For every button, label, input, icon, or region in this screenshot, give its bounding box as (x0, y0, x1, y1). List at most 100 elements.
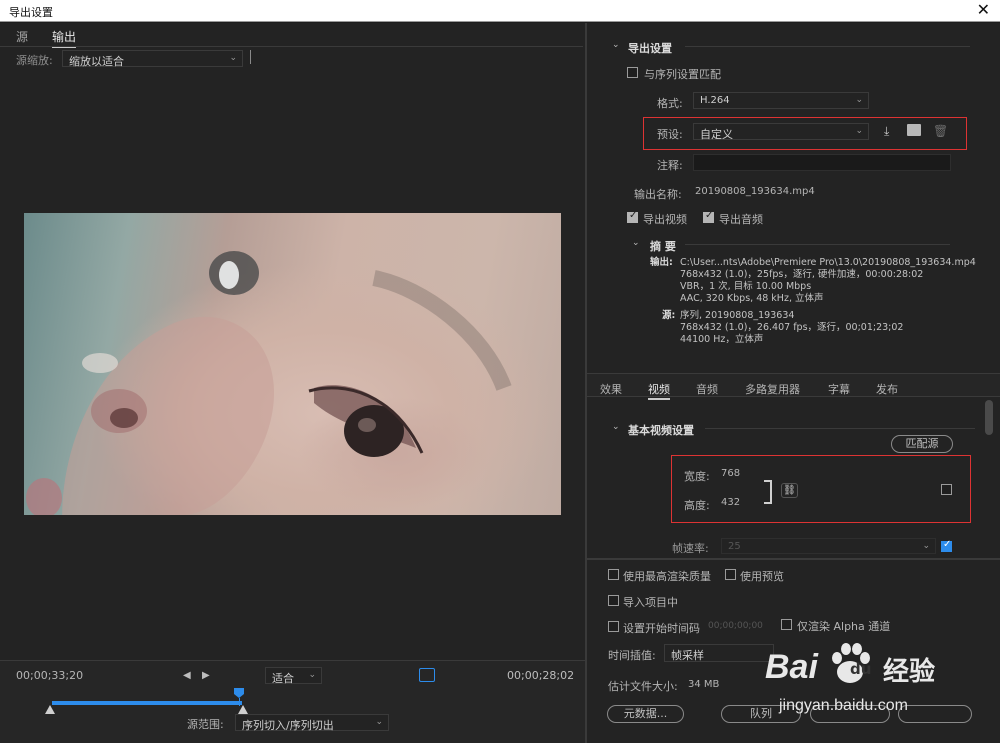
chevron-down-icon: ⌄ (855, 95, 863, 105)
summary-source-line: 44100 Hz，立体声 (680, 334, 764, 345)
tab-audio[interactable]: 音频 (696, 381, 718, 397)
source-range-dropdown[interactable]: 序列切入/序列切出 ⌄ (235, 714, 389, 732)
fit-frame-icon[interactable] (419, 668, 435, 682)
watermark-brand: Bai (765, 648, 818, 686)
format-label: 格式: (657, 97, 683, 110)
width-height-override-checkbox[interactable] (941, 484, 952, 495)
tab-publish[interactable]: 发布 (876, 381, 898, 397)
export-audio-label: 导出音频 (719, 213, 763, 226)
collapse-chevron-icon[interactable]: ⌄ (612, 422, 620, 432)
close-icon[interactable]: ✕ (977, 0, 990, 20)
time-interpolation-label: 时间插值: (608, 649, 656, 662)
work-area-bar[interactable] (52, 701, 242, 705)
watermark-url: jingyan.baidu.com (779, 697, 908, 714)
divider (685, 46, 970, 47)
save-preset-icon[interactable]: ⤓ (884, 124, 889, 139)
export-video-checkbox[interactable] (627, 210, 638, 223)
tab-video[interactable]: 视频 (648, 381, 670, 400)
frame-rate-dropdown[interactable]: 25 ⌄ (721, 538, 936, 554)
zoom-dropdown[interactable]: 适合 ⌄ (265, 667, 322, 685)
collapse-chevron-icon[interactable]: ⌄ (612, 40, 620, 50)
output-name-link[interactable]: 20190808_193634.mp4 (695, 186, 815, 197)
format-value: H.264 (700, 95, 730, 106)
summary-source-line: 序列, 20190808_193634 (680, 310, 795, 321)
export-settings-title: 导出设置 (628, 42, 672, 55)
width-value[interactable]: 768 (721, 468, 740, 479)
render-alpha-only-label: 仅渲染 Alpha 通道 (797, 620, 891, 633)
chevron-down-icon: ⌄ (308, 670, 316, 680)
export-video-label: 导出视频 (643, 213, 687, 226)
time-interpolation-dropdown[interactable]: 帧采样 (664, 644, 774, 662)
watermark-brand2: du (850, 660, 872, 678)
summary-output-label: 输出: (650, 257, 673, 268)
tab-captions[interactable]: 字幕 (828, 381, 850, 397)
import-into-project-label: 导入项目中 (623, 596, 678, 609)
format-dropdown[interactable]: H.264 ⌄ (693, 92, 869, 109)
output-name-label: 输出名称: (634, 188, 682, 201)
metadata-button[interactable]: 元数据... (607, 705, 684, 723)
delete-preset-icon[interactable]: 🗑 (933, 124, 948, 138)
duration-timecode: 00;00;28;02 (507, 669, 575, 682)
source-scale-value: 缩放以适合 (69, 55, 124, 68)
max-render-quality-checkbox[interactable] (608, 569, 619, 580)
tab-source[interactable]: 源 (16, 28, 28, 45)
export-audio-checkbox[interactable] (703, 210, 714, 223)
divider (705, 428, 975, 429)
divider (250, 50, 251, 64)
use-previews-checkbox[interactable] (725, 569, 736, 580)
height-value[interactable]: 432 (721, 497, 740, 508)
video-preview (24, 213, 561, 515)
preset-label: 预设: (657, 128, 683, 141)
dimensions-highlight-box (671, 455, 971, 523)
divider (685, 244, 950, 245)
in-point-marker-icon[interactable] (45, 705, 55, 714)
tab-output[interactable]: 输出 (52, 28, 77, 48)
source-scale-label: 源缩放: (16, 54, 53, 67)
render-alpha-only-checkbox[interactable] (781, 619, 792, 630)
estimated-size-label: 估计文件大小: (608, 680, 678, 693)
out-point-marker-icon[interactable] (238, 705, 248, 714)
source-scale-dropdown[interactable]: 缩放以适合 ⌄ (62, 50, 243, 68)
frame-rate-label: 帧速率: (672, 542, 709, 555)
preset-value: 自定义 (700, 128, 733, 141)
comments-label: 注释: (657, 159, 683, 172)
tab-effects[interactable]: 效果 (600, 381, 622, 397)
set-in-point-icon[interactable]: ◀ (183, 670, 191, 681)
chain-link-icon[interactable]: ⛓ (781, 483, 798, 498)
current-timecode[interactable]: 00;00;33;20 (16, 669, 83, 682)
estimated-size-value: 34 MB (688, 679, 720, 690)
title-bar: 导出设置 ✕ (0, 0, 1000, 22)
set-start-timecode-label: 设置开始时间码 (623, 622, 700, 635)
summary-source-label: 源: (662, 310, 676, 321)
frame-rate-override-checkbox[interactable] (941, 539, 952, 552)
zoom-value: 适合 (272, 672, 294, 685)
chevron-down-icon: ⌄ (855, 126, 863, 136)
width-label: 宽度: (684, 470, 710, 483)
face-closeup-image (26, 251, 512, 515)
source-range-value: 序列切入/序列切出 (242, 719, 334, 732)
summary-output-line: AAC, 320 Kbps, 48 kHz, 立体声 (680, 293, 824, 304)
link-bracket (764, 480, 772, 504)
import-preset-icon[interactable] (907, 124, 921, 136)
source-range-label: 源范围: (187, 718, 224, 731)
set-start-timecode-checkbox[interactable] (608, 621, 619, 632)
chevron-down-icon: ⌄ (375, 717, 383, 727)
set-out-point-icon[interactable]: ▶ (202, 670, 210, 681)
collapse-chevron-icon[interactable]: ⌄ (632, 238, 640, 248)
summary-output-line: 768x432 (1.0)，25fps，逐行, 硬件加速，00:00:28:02 (680, 269, 924, 280)
scrollbar-thumb[interactable] (985, 400, 993, 435)
divider (0, 46, 583, 47)
match-source-button[interactable]: 匹配源 (891, 435, 953, 453)
import-into-project-checkbox[interactable] (608, 595, 619, 606)
cancel-button[interactable] (898, 705, 972, 723)
preset-dropdown[interactable]: 自定义 ⌄ (693, 123, 869, 141)
tab-multiplexer[interactable]: 多路复用器 (745, 381, 800, 397)
use-previews-label: 使用预览 (740, 570, 784, 583)
window-title: 导出设置 (9, 6, 53, 19)
frame-rate-value: 25 (728, 541, 741, 552)
comments-input[interactable] (693, 154, 951, 171)
chevron-down-icon: ⌄ (922, 541, 930, 551)
watermark-cn: 经验 (883, 657, 936, 687)
start-timecode-value[interactable]: 00;00;00;00 (708, 621, 763, 631)
match-sequence-checkbox[interactable] (627, 67, 638, 78)
